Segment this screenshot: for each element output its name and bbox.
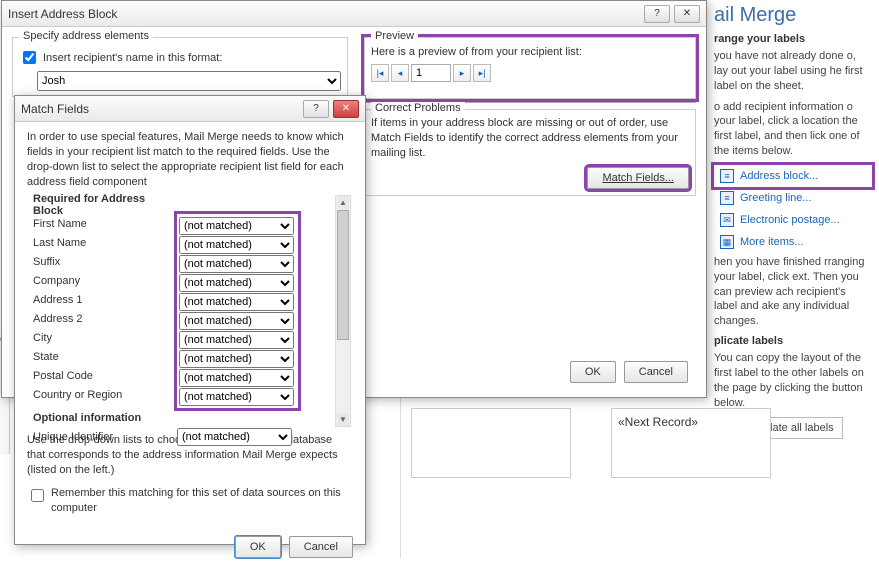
postage-label: Electronic postage... [740,214,840,226]
first-name-select[interactable]: (not matched) [179,217,294,235]
electronic-postage-link[interactable]: ✉ Electronic postage... [714,209,872,231]
company-select[interactable]: (not matched) [179,274,294,292]
postal-select[interactable]: (not matched) [179,369,294,387]
greeting-line-label: Greeting line... [740,192,812,204]
match-close-button[interactable]: ✕ [333,100,359,118]
insert-ok-button[interactable]: OK [570,361,616,383]
address-block-label: Address block... [740,170,818,182]
next-record-button[interactable]: ▸ [453,64,471,82]
field-company: Company [27,275,177,287]
more-items-label: More items... [740,236,804,248]
address-block-link[interactable]: ≡ Address block... [714,165,872,187]
close-icon: ✕ [683,8,691,19]
scroll-down-arrow[interactable]: ▼ [337,413,349,426]
insert-dialog-titlebar[interactable]: Insert Address Block ? ✕ [2,1,706,27]
field-address1: Address 1 [27,294,177,306]
insert-dialog-title: Insert Address Block [8,7,117,21]
correct-problems-text: If items in your address block are missi… [371,116,689,161]
match-dialog-title: Match Fields [21,102,89,116]
more-items-link[interactable]: ▦ More items... [714,231,872,253]
remember-matching-label: Remember this matching for this set of d… [51,486,353,516]
correct-problems-group: Correct Problems If items in your addres… [364,109,696,196]
match-cancel-button[interactable]: Cancel [289,536,353,558]
help-button[interactable]: ? [644,5,670,23]
field-postal: Postal Code [27,370,177,382]
label-cell[interactable] [411,408,571,478]
first-record-button[interactable]: |◂ [371,64,389,82]
finished-text: hen you have finished rranging your labe… [714,255,872,329]
match-fields-scrollbar[interactable]: ▲ ▼ [335,195,351,427]
arrange-labels-heading: range your labels [714,33,872,45]
unique-id-select[interactable]: (not matched) [177,428,292,446]
field-suffix: Suffix [27,256,177,268]
mail-merge-task-pane: ail Merge range your labels you have not… [708,0,878,443]
address2-select[interactable]: (not matched) [179,312,294,330]
city-select[interactable]: (not matched) [179,331,294,349]
specify-elements-group: Specify address elements Insert recipien… [12,37,348,97]
label-cell-next-record[interactable]: «Next Record» [611,408,771,478]
optional-heading: Optional information [27,408,331,427]
close-button[interactable]: ✕ [674,5,700,23]
scroll-thumb[interactable] [337,210,349,340]
insert-name-checkbox-row[interactable]: Insert recipient's name in this format: [19,48,341,67]
match-ok-button[interactable]: OK [235,536,281,558]
greeting-line-icon: ≡ [720,191,734,205]
record-number-input[interactable] [411,64,451,82]
match-help-button[interactable]: ? [303,100,329,118]
remember-matching-checkbox[interactable] [31,489,44,502]
insert-cancel-button[interactable]: Cancel [624,361,688,383]
match-fields-button[interactable]: Match Fields... [587,167,689,189]
last-record-button[interactable]: ▸| [473,64,491,82]
specify-elements-heading: Specify address elements [19,30,153,42]
field-unique-id: Unique Identifier [27,431,177,443]
document-area: «Next Record» [400,398,700,558]
field-address2: Address 2 [27,313,177,325]
name-format-select[interactable]: Josh [37,71,341,91]
arrange-text-1: you have not already done o, lay out you… [714,49,872,94]
task-pane-title: ail Merge [714,4,872,27]
country-select[interactable]: (not matched) [179,388,294,406]
field-state: State [27,351,177,363]
match-fields-dialog: Match Fields ? ✕ In order to use special… [14,95,366,545]
field-first-name: First Name [27,218,177,230]
scroll-up-arrow[interactable]: ▲ [337,196,349,209]
insert-name-label: Insert recipient's name in this format: [43,52,222,64]
close-icon: ✕ [342,103,350,114]
field-last-name: Last Name [27,237,177,249]
correct-problems-heading: Correct Problems [371,102,465,114]
state-select[interactable]: (not matched) [179,350,294,368]
greeting-line-link[interactable]: ≡ Greeting line... [714,187,872,209]
preview-group: Preview Here is a preview of from your r… [364,37,696,99]
match-dialog-titlebar[interactable]: Match Fields ? ✕ [15,96,365,122]
suffix-select[interactable]: (not matched) [179,255,294,273]
more-items-icon: ▦ [720,235,734,249]
field-country: Country or Region [27,389,177,401]
field-city: City [27,332,177,344]
prev-record-button[interactable]: ◂ [391,64,409,82]
next-record-field: «Next Record» [618,415,698,429]
required-heading: Required for Address Block [27,195,331,214]
help-icon: ? [654,8,660,19]
match-intro-text: In order to use special features, Mail M… [27,130,353,189]
insert-name-checkbox[interactable] [23,51,36,64]
preview-heading: Preview [371,30,418,42]
address-block-icon: ≡ [720,169,734,183]
replicate-text: You can copy the layout of the first lab… [714,351,872,410]
postage-icon: ✉ [720,213,734,227]
arrange-text-2: o add recipient information o your label… [714,100,872,159]
replicate-heading: plicate labels [714,335,872,347]
last-name-select[interactable]: (not matched) [179,236,294,254]
help-icon: ? [313,103,319,114]
preview-text: Here is a preview of from your recipient… [371,46,689,58]
address1-select[interactable]: (not matched) [179,293,294,311]
